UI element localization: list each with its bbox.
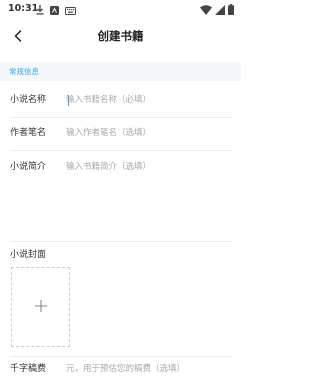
author-input[interactable] xyxy=(66,126,230,140)
intro-textarea[interactable] xyxy=(66,160,230,230)
title-input[interactable] xyxy=(66,93,230,107)
cellular-signal-icon xyxy=(215,0,225,19)
title-label: 小说名称 xyxy=(10,95,47,105)
status-bar: 10:31 xyxy=(0,0,241,18)
divider xyxy=(10,150,231,151)
intro-label: 小说简介 xyxy=(10,162,47,172)
fee-label: 千字稿费 xyxy=(10,364,47,374)
status-icons-left xyxy=(36,3,76,15)
cover-upload-button[interactable] xyxy=(11,267,70,347)
keyboard-icon xyxy=(65,0,76,19)
nav-bar: 创建书籍 xyxy=(0,18,241,54)
divider xyxy=(10,117,231,118)
download-icon xyxy=(36,0,44,19)
plus-icon xyxy=(34,298,48,317)
page-title: 创建书籍 xyxy=(97,29,144,43)
fee-input[interactable] xyxy=(66,362,230,376)
status-icons-right xyxy=(200,4,234,15)
cover-label: 小说封面 xyxy=(10,250,47,260)
app-badge-icon xyxy=(50,0,59,19)
wifi-icon xyxy=(200,0,212,19)
battery-icon xyxy=(228,0,234,19)
divider xyxy=(10,241,231,242)
section-header: 常规信息 xyxy=(0,62,241,81)
chevron-left-icon xyxy=(13,27,23,46)
section-header-label: 常规信息 xyxy=(9,67,39,76)
author-label: 作者笔名 xyxy=(10,128,47,138)
divider xyxy=(10,356,231,357)
status-time: 10:31 xyxy=(8,3,39,14)
back-button[interactable] xyxy=(8,26,28,46)
